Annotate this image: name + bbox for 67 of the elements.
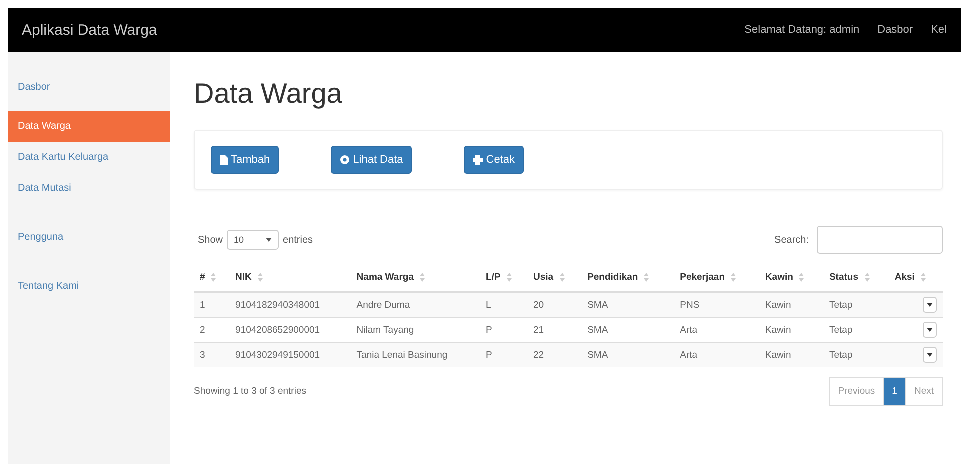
action-dropdown-button[interactable] <box>923 347 937 363</box>
table-cell: 22 <box>527 342 582 367</box>
action-button[interactable]: Cetak <box>464 146 524 174</box>
table-cell: Tania Lenai Basinung <box>350 342 480 367</box>
caret-icon <box>266 238 272 242</box>
nav-link[interactable]: Kel <box>931 24 947 36</box>
table-cell: P <box>480 342 528 367</box>
table-cell: 2 <box>194 318 230 342</box>
nav-link[interactable]: Selamat Datang: admin <box>744 24 860 36</box>
sort-icon[interactable] <box>258 272 263 282</box>
table-cell: Kawin <box>759 292 824 318</box>
table-cell: Tetap <box>823 342 889 367</box>
table-cell: Tetap <box>823 318 889 342</box>
sort-icon[interactable] <box>560 272 565 282</box>
caret-icon <box>927 328 933 332</box>
sort-icon[interactable] <box>799 272 804 282</box>
sidebar-item[interactable]: Dasbor <box>8 72 170 103</box>
table-cell: Arta <box>674 318 760 342</box>
file-icon <box>220 155 228 165</box>
entries-label: entries <box>283 234 314 246</box>
sidebar-item[interactable]: Pengguna <box>8 222 170 253</box>
action-button[interactable]: Lihat Data <box>331 146 412 174</box>
table-cell: 9104182940348001 <box>230 292 351 318</box>
table-cell: P <box>480 318 528 342</box>
table-cell: SMA <box>582 342 674 367</box>
action-dropdown-button[interactable] <box>923 297 937 313</box>
table-cell: SMA <box>582 292 674 318</box>
table-cell: 21 <box>527 318 582 342</box>
sort-icon[interactable] <box>211 272 216 282</box>
sort-icon[interactable] <box>644 272 650 282</box>
caret-icon <box>927 353 933 357</box>
pagination-button[interactable]: 1 <box>883 377 906 406</box>
table-cell: L <box>480 292 528 318</box>
table-cell: Arta <box>674 342 760 367</box>
search-field[interactable] <box>817 226 943 254</box>
sort-icon[interactable] <box>731 272 736 282</box>
table-cell: Nilam Tayang <box>350 318 480 342</box>
table-cell: 1 <box>194 292 230 318</box>
sort-icon[interactable] <box>864 272 870 282</box>
sort-icon[interactable] <box>920 272 926 282</box>
table-cell: 9104302949150001 <box>230 342 351 367</box>
sidebar-item[interactable]: Tentang Kami <box>8 271 170 302</box>
table-cell: Tetap <box>823 292 889 318</box>
table-cell: PNS <box>674 292 760 318</box>
table-cell: SMA <box>582 318 674 342</box>
page-size-select[interactable]: 10 <box>227 230 280 250</box>
nav-link[interactable]: Dasbor <box>878 24 914 36</box>
caret-icon <box>927 303 933 307</box>
show-label: Show <box>198 234 224 246</box>
sidebar-item[interactable]: Data Kartu Keluarga <box>8 142 170 173</box>
action-button[interactable]: Tambah <box>211 146 280 174</box>
brand-title[interactable]: Aplikasi Data Warga <box>22 22 727 38</box>
table-cell: Kawin <box>759 342 824 367</box>
table-cell: Andre Duma <box>350 292 480 318</box>
search-label: Search: <box>774 234 809 246</box>
table-cell: 9104208652900001 <box>230 318 351 342</box>
table-cell: 3 <box>194 342 230 367</box>
entries-info: Showing 1 to 3 of 3 entries <box>194 386 306 397</box>
sort-icon[interactable] <box>420 272 425 282</box>
table-cell: 20 <box>527 292 582 318</box>
action-dropdown-button[interactable] <box>923 322 937 338</box>
sort-icon[interactable] <box>506 272 512 282</box>
table-cell: Kawin <box>759 318 824 342</box>
eye-icon <box>340 155 350 165</box>
sidebar-item[interactable]: Data Mutasi <box>8 173 170 204</box>
print-icon <box>473 155 484 165</box>
page-title: Data Warga <box>194 78 344 110</box>
